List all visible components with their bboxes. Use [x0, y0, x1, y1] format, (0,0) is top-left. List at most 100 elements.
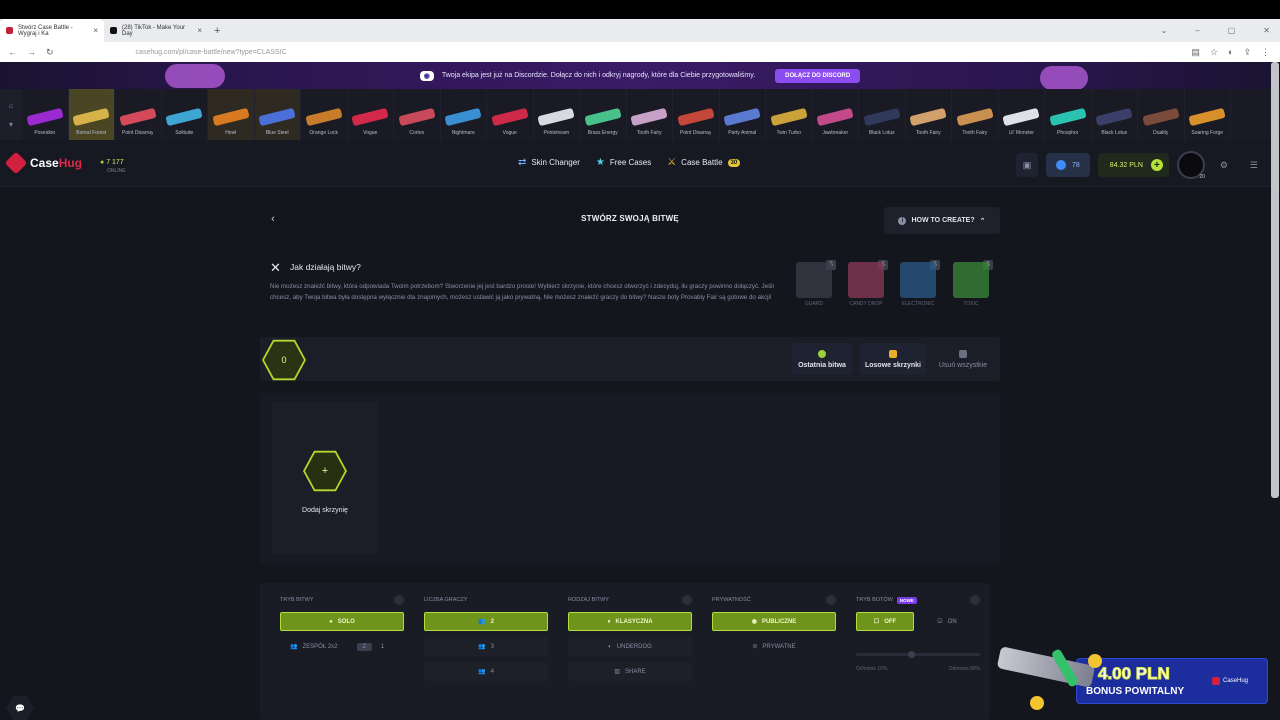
all-drops-icon[interactable]: ⌂	[9, 101, 14, 110]
how-to-create-button[interactable]: i HOW TO CREATE? ⌃	[884, 207, 1000, 234]
drop-item[interactable]: Jawbreaker	[813, 89, 859, 140]
last-battle-button[interactable]: Ostatnia bitwa	[792, 343, 852, 375]
drop-item[interactable]: Soaring Forge	[1185, 89, 1231, 140]
join-discord-button[interactable]: DOŁĄCZ DO DISCORD	[775, 68, 861, 83]
drop-item[interactable]: Blue Steel	[254, 89, 301, 140]
balance-value: 84.32 PLN	[1109, 161, 1143, 169]
help-icon[interactable]	[682, 595, 692, 605]
bot-ratio-slider[interactable]	[856, 651, 980, 658]
drop-item[interactable]: Black Lotus	[1092, 89, 1138, 140]
drop-item[interactable]: Howl	[208, 89, 255, 140]
avatar[interactable]: 20	[1176, 151, 1205, 180]
drop-item[interactable]: Lil' Monster	[999, 89, 1045, 140]
drop-item[interactable]: Point Disarray	[673, 89, 720, 140]
drop-item[interactable]: Cortex	[394, 89, 441, 140]
close-tab-icon[interactable]: ×	[93, 26, 98, 35]
help-icon[interactable]	[826, 595, 836, 605]
reload-icon[interactable]: ↻	[46, 47, 54, 58]
drop-item[interactable]: Party Animal	[720, 89, 766, 140]
gift-button[interactable]: ▣	[1016, 153, 1038, 177]
top-drops-icon[interactable]: ▾	[9, 120, 13, 129]
back-button[interactable]: ‹	[262, 208, 284, 230]
type-classic-option[interactable]: ♦ KLASYCZNA	[568, 612, 692, 631]
chevron-down-icon[interactable]: ⌄	[1161, 26, 1168, 35]
example-case[interactable]: $TOXIC	[947, 260, 995, 307]
maximize-icon[interactable]: ▢	[1228, 26, 1236, 35]
drop-item[interactable]: Twin Turbo	[766, 89, 813, 140]
menu-dots-icon[interactable]: ⋮	[1261, 47, 1270, 58]
bots-on-option[interactable]: ☑ ON	[918, 612, 976, 631]
help-icon[interactable]	[970, 595, 980, 605]
settings-button[interactable]: ⚙	[1213, 153, 1235, 177]
discord-icon: ◉	[419, 70, 434, 81]
nav-skin-changer[interactable]: ⇄ Skin Changer	[518, 157, 580, 168]
page-scrollbar[interactable]	[1271, 62, 1279, 498]
bookmark-star-icon[interactable]: ☆	[1210, 47, 1218, 58]
battle-type-column: RODZAJ BITWY ♦ KLASYCZNA ◐ UNDERDOG ▥ SHARE	[568, 595, 692, 681]
drop-item[interactable]: Tooth Fairy	[906, 89, 952, 140]
privacy-private-option[interactable]: ⊘ PRYWATNE	[712, 637, 836, 656]
team-size-2x2[interactable]: 2	[356, 642, 372, 651]
drop-item[interactable]: Vogue	[348, 89, 394, 140]
slider-knob[interactable]	[908, 651, 915, 658]
browser-tab-casehug[interactable]: Stwórz Case Battle - Wygraj i Ka ×	[0, 19, 104, 42]
drop-item[interactable]: Tooth Fairy	[627, 89, 673, 140]
drop-item[interactable]: Nightmare	[441, 89, 487, 140]
drop-item[interactable]: Vogue	[487, 89, 534, 140]
drop-item[interactable]: Black Lotus	[859, 89, 906, 140]
wallet-balance[interactable]: 84.32 PLN +	[1097, 153, 1169, 177]
players-3-option[interactable]: 👥 3	[424, 637, 548, 656]
close-tab-icon[interactable]: ×	[197, 26, 202, 35]
minimize-icon[interactable]: –	[1195, 26, 1199, 35]
drop-item[interactable]: Orange Lock	[301, 89, 348, 140]
forward-arrow-icon[interactable]: →	[27, 47, 36, 58]
mode-team-option[interactable]: 👥 ZESPÓŁ 2x2 2 1	[280, 637, 404, 656]
drop-item[interactable]: Tooth Fairy	[952, 89, 999, 140]
drop-name: Tooth Fairy	[962, 130, 988, 136]
example-case[interactable]: $ELECTRONIC	[894, 260, 942, 307]
drop-item[interactable]: Brass Energy	[580, 89, 627, 140]
nav-case-battle[interactable]: ⚔ Case Battle 30	[667, 157, 741, 168]
nav-free-cases[interactable]: ★ Free Cases	[596, 157, 651, 168]
random-cases-label: Losowe skrzynki	[864, 361, 922, 369]
case-image	[900, 262, 936, 298]
hamburger-menu-button[interactable]: ☰	[1243, 153, 1265, 177]
weapon-skin-icon	[212, 107, 250, 127]
drop-item[interactable]: Boreal Forest	[68, 89, 115, 140]
deposit-plus-icon[interactable]: +	[1150, 159, 1163, 171]
privacy-public-option[interactable]: ◉ PUBLICZNE	[712, 612, 836, 631]
new-tab-button[interactable]: +	[214, 25, 220, 37]
casehug-logo[interactable]: CaseHug	[4, 151, 82, 175]
help-icon[interactable]	[394, 595, 404, 605]
option-label: KLASYCZNA	[615, 618, 653, 625]
drop-item[interactable]: Printstream	[534, 89, 580, 140]
type-share-option[interactable]: ▥ SHARE	[568, 662, 692, 681]
reader-icon[interactable]: ▤	[1191, 47, 1200, 58]
url-field[interactable]: casehug.com/pl/case-battle/new?type=CLAS…	[136, 49, 287, 56]
example-case[interactable]: $CANDY DROP	[842, 260, 890, 307]
remove-all-button[interactable]: Usuń wszystkie	[932, 343, 994, 375]
team-size-value[interactable]: 1	[377, 643, 388, 651]
weapon-skin-icon	[258, 107, 296, 127]
back-arrow-icon[interactable]: ←	[8, 47, 17, 58]
players-2-option[interactable]: 👥 2	[424, 612, 548, 631]
share-icon[interactable]: ⇪	[1243, 47, 1251, 58]
mode-solo-option[interactable]: ● SOLO	[280, 612, 404, 631]
welcome-bonus-ad[interactable]: 4.00 PLN BONUS POWITALNY CaseHug	[996, 644, 1272, 712]
random-cases-button[interactable]: Losowe skrzynki	[860, 343, 926, 375]
drop-item[interactable]: Point Disarray	[115, 89, 162, 140]
weapon-skin-icon	[444, 107, 482, 127]
bots-off-option[interactable]: ☐ OFF	[856, 612, 914, 631]
close-window-icon[interactable]: ✕	[1263, 26, 1270, 35]
drop-item[interactable]: Phosphor	[1045, 89, 1092, 140]
example-case[interactable]: $GUARD	[790, 260, 838, 307]
drop-item[interactable]: Poseidon	[22, 89, 69, 140]
chat-button[interactable]: 💬	[6, 696, 34, 720]
type-underdog-option[interactable]: ◐ UNDERDOG	[568, 637, 692, 656]
extension-icon[interactable]: ◐	[1228, 47, 1233, 58]
drop-item[interactable]: Solitude	[162, 89, 208, 140]
coins-balance[interactable]: 78	[1046, 153, 1090, 177]
players-4-option[interactable]: 👥 4	[424, 662, 548, 681]
drop-item[interactable]: Duality	[1138, 89, 1185, 140]
browser-tab-tiktok[interactable]: (28) TikTok - Make Your Day ×	[104, 19, 208, 42]
